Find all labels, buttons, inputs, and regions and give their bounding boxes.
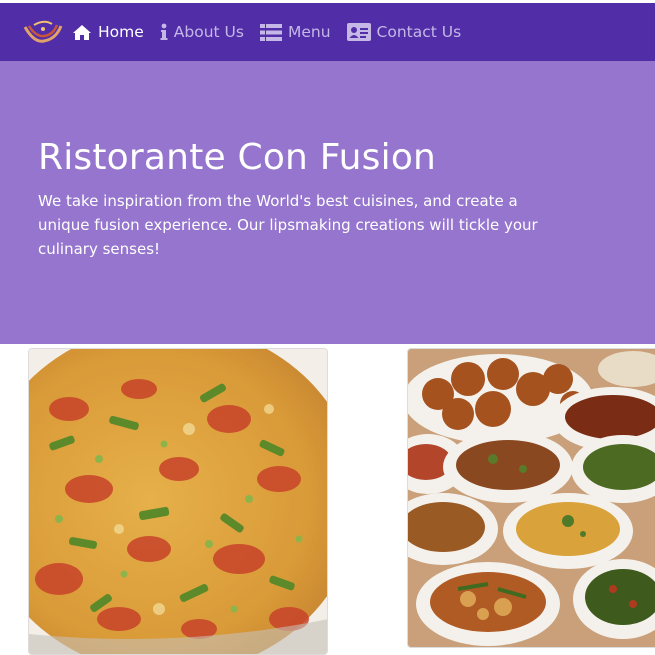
nav-contact[interactable]: Contact Us — [346, 23, 462, 41]
nav-home[interactable]: Home — [72, 23, 144, 41]
nav-about-label: About Us — [173, 23, 244, 41]
pizza-card[interactable] — [28, 348, 328, 655]
info-icon — [160, 23, 168, 40]
list-icon — [259, 23, 282, 41]
intro-text: We take inspiration from the World's bes… — [38, 192, 538, 258]
nav-about[interactable]: About Us — [160, 23, 244, 41]
brand-logo[interactable] — [22, 17, 64, 47]
nav-home-label: Home — [98, 23, 144, 41]
address-card-icon — [346, 23, 371, 41]
jumbotron: Ristorante Con Fusion We take inspiratio… — [0, 61, 655, 344]
pizza-image — [29, 349, 327, 654]
home-icon — [73, 24, 91, 40]
page-title: Ristorante Con Fusion — [38, 137, 437, 178]
navbar: Home About Us Menu Contact Us — [0, 3, 655, 61]
buffet-card[interactable] — [407, 348, 655, 648]
logo-icon — [23, 20, 63, 43]
buffet-image — [408, 349, 655, 647]
nav-contact-label: Contact Us — [376, 23, 462, 41]
nav-menu-label: Menu — [287, 23, 331, 41]
nav-menu[interactable]: Menu — [259, 23, 331, 41]
